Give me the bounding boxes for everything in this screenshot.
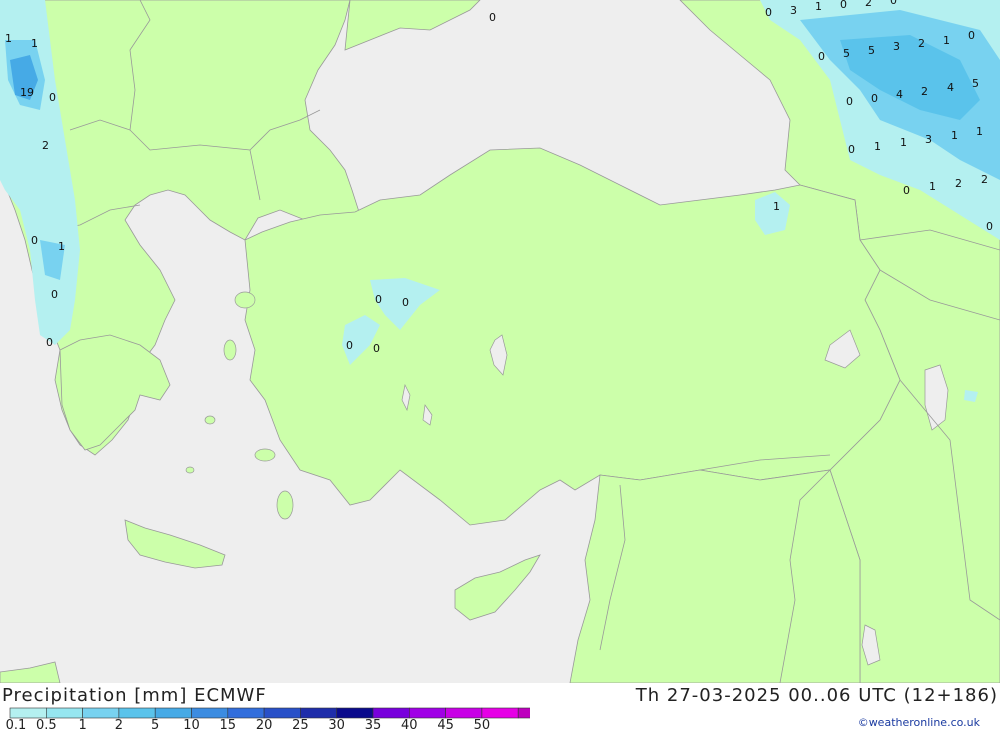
precipitation-map: 0 3 1 0 2 0 0 5 5 3 2 1 0 0 0 4 2 4 5 0 … (0, 0, 1000, 683)
precip-value: 4 (947, 81, 954, 94)
precip-value: 1 (773, 200, 780, 213)
legend-tick-label: 15 (219, 718, 237, 733)
precip-value: 0 (986, 220, 993, 233)
legend-tick-label: 40 (401, 718, 418, 733)
precip-value: 3 (925, 133, 932, 146)
precip-value: 0 (818, 50, 825, 63)
land-levant (569, 469, 861, 683)
precip-value: 3 (790, 4, 797, 17)
precip-value: 1 (815, 0, 822, 13)
map-title: Precipitation [mm] ECMWF (2, 685, 267, 706)
precip-value: 3 (893, 40, 900, 53)
legend-tick-label: 10 (183, 718, 200, 733)
legend-color-box (227, 707, 265, 719)
legend-color-box (445, 707, 483, 719)
legend-color-box (154, 707, 192, 719)
precip-value: 0 (871, 92, 878, 105)
precip-value: 1 (943, 34, 950, 47)
precip-value: 1 (951, 129, 958, 142)
legend-color-box (336, 707, 374, 719)
precip-value: 0 (373, 342, 380, 355)
legend-color-box (517, 707, 530, 719)
precip-value: 1 (58, 240, 65, 253)
legend-tick-label: 2 (114, 718, 124, 733)
precip-value: 1 (976, 125, 983, 138)
precip-value: 1 (929, 180, 936, 193)
precip-value: 1 (874, 140, 881, 153)
legend-color-box (300, 707, 337, 719)
precip-value: 0 (31, 234, 38, 247)
legend-color-box (372, 707, 410, 719)
precip-value: 0 (51, 288, 58, 301)
legend-color-box (9, 707, 47, 719)
legend-tick-label: 50 (473, 718, 491, 733)
forecast-datetime: Th 27-03-2025 00..06 UTC (12+186) (635, 685, 998, 706)
precip-value: 0 (765, 6, 772, 19)
legend-tick-label: 30 (328, 718, 345, 733)
precip-value: 5 (972, 77, 979, 90)
precip-value: 1 (900, 136, 907, 149)
precip-value: 5 (843, 47, 850, 60)
precip-value: 0 (346, 339, 353, 352)
legend-color-box (82, 707, 120, 719)
precip-value: 0 (49, 91, 56, 104)
precip-value: 1 (31, 37, 38, 50)
precip-value: 2 (42, 139, 49, 152)
precip-value: 2 (918, 37, 925, 50)
legend-tick-label: 1 (78, 718, 87, 733)
legend-color-box (408, 707, 446, 719)
precip-value: 4 (896, 88, 903, 101)
precip-value: 0 (489, 11, 496, 24)
precip-value: 2 (981, 173, 988, 186)
legend-tick-label: 35 (364, 718, 382, 733)
precip-value: 0 (968, 29, 975, 42)
precip-value: 1 (5, 32, 12, 45)
precip-value: 0 (890, 0, 897, 7)
legend-tick-label: 0.5 (35, 718, 57, 733)
precip-value: 5 (868, 44, 875, 57)
legend-tick-label: 25 (292, 718, 309, 733)
credit-link[interactable]: ©weatheronline.co.uk (858, 716, 980, 729)
precip-value: 0 (903, 184, 910, 197)
precip-value: 2 (921, 85, 928, 98)
precip-value: 0 (846, 95, 853, 108)
legend-color-box (191, 707, 229, 719)
legend-tick-label: 0.1 (5, 718, 27, 733)
precip-value: 19 (20, 86, 34, 99)
precip-value: 0 (46, 336, 53, 349)
legend-tick-labels: 0.1 0.5 1 2 5 10 15 20 25 30 35 40 45 50 (0, 718, 520, 734)
precip-value: 2 (865, 0, 872, 9)
precip-value: 0 (375, 293, 382, 306)
legend-color-box (45, 707, 83, 719)
map-footer: Precipitation [mm] ECMWF Th 27-03-2025 0… (0, 683, 1000, 733)
legend-color-box (481, 707, 519, 719)
precip-value: 0 (848, 143, 855, 156)
legend-color-box (118, 707, 156, 719)
legend-tick-label: 5 (151, 718, 160, 733)
legend-tick-label: 45 (437, 718, 454, 733)
legend-color-box (263, 707, 301, 719)
precip-value: 2 (955, 177, 962, 190)
precip-value: 0 (402, 296, 409, 309)
precip-value: 0 (840, 0, 847, 11)
legend-tick-label: 20 (255, 718, 273, 733)
